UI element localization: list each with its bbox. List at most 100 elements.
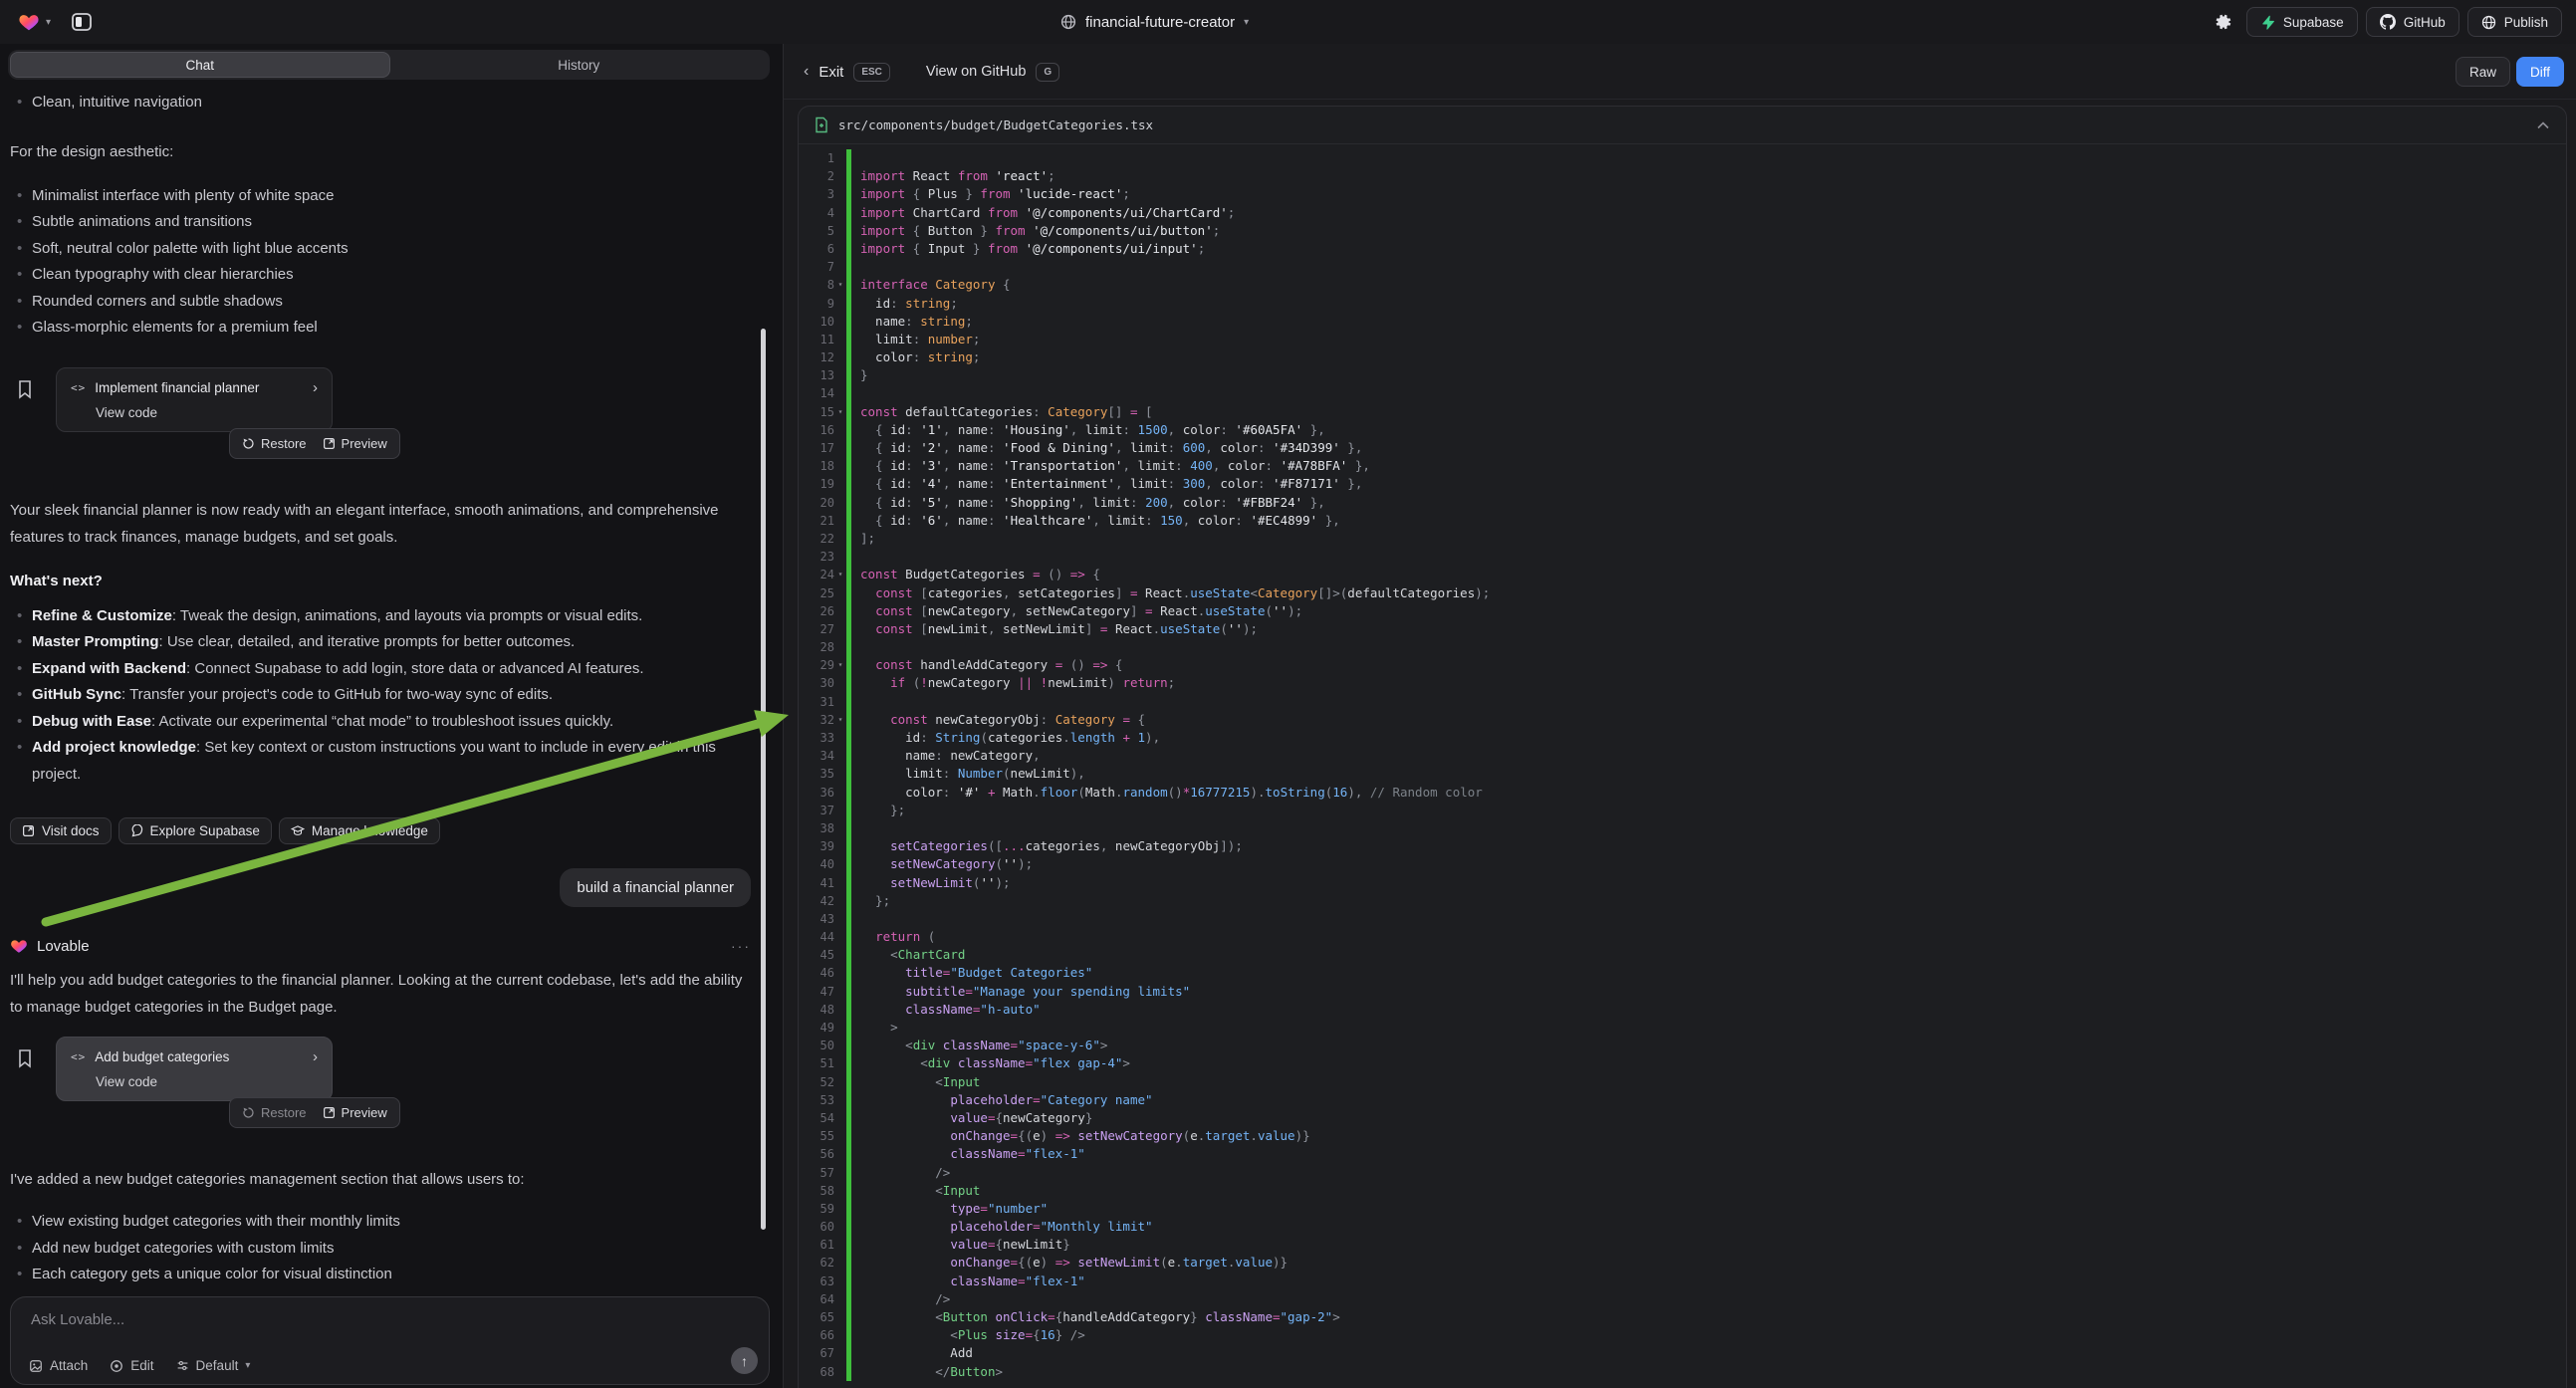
supabase-button[interactable]: Supabase xyxy=(2246,7,2358,37)
lovable-logo-icon[interactable] xyxy=(18,11,40,33)
tab-history[interactable]: History xyxy=(390,52,769,78)
restore-preview-pill: Restore Preview xyxy=(229,1097,400,1128)
bookmark-icon[interactable] xyxy=(17,379,33,399)
code-line: 42 }; xyxy=(799,892,2566,910)
chevron-down-icon: ▾ xyxy=(46,17,51,28)
version-card-title: Add budget categories xyxy=(95,1049,229,1064)
code-panel-header: ‹ Exit ESC View on GitHub G Raw Diff xyxy=(784,44,2576,100)
diff-toggle-button[interactable]: Diff xyxy=(2516,57,2564,87)
edit-mode-button[interactable]: Edit xyxy=(110,1358,153,1373)
code-line: 31 xyxy=(799,693,2566,711)
chat-input[interactable] xyxy=(31,1311,728,1328)
list-item: • GitHub Sync: Transfer your project's c… xyxy=(10,682,751,709)
bullet-dot: • xyxy=(17,90,22,116)
code-line: 32▾ const newCategoryObj: Category = { xyxy=(799,711,2566,729)
chat-bubble-icon xyxy=(130,824,143,837)
chat-scrollbar-thumb[interactable] xyxy=(761,329,766,1230)
code-line: 13} xyxy=(799,366,2566,384)
bullet-text: : Tweak the design, animations, and layo… xyxy=(172,607,642,624)
supabase-icon xyxy=(2260,15,2275,30)
code-line: 25 const [categories, setCategories] = R… xyxy=(799,584,2566,602)
workspace-menu[interactable]: ▾ xyxy=(18,0,97,44)
list-item: • Add project knowledge: Set key context… xyxy=(10,735,751,788)
graduation-cap-icon xyxy=(291,824,305,837)
version-card-implement-financial-planner[interactable]: <> Implement financial planner › View co… xyxy=(56,367,333,432)
code-line: 12 color: string; xyxy=(799,348,2566,366)
open-external-icon xyxy=(22,824,35,837)
back-chevron-icon[interactable]: ‹ xyxy=(804,63,809,81)
restore-preview-pill: Restore Preview xyxy=(229,428,400,459)
exit-button[interactable]: Exit xyxy=(819,64,843,81)
code-line: 41 setNewLimit(''); xyxy=(799,874,2566,892)
attach-image-icon xyxy=(29,1359,43,1373)
list-item: • Minimalist interface with plenty of wh… xyxy=(10,183,751,210)
user-message-bubble: build a financial planner xyxy=(560,868,751,907)
list-item: • Expand with Backend: Connect Supabase … xyxy=(10,656,751,683)
version-card-title: Implement financial planner xyxy=(95,380,259,395)
version-card-block: <> Implement financial planner › View co… xyxy=(10,367,751,467)
send-button[interactable]: ↑ xyxy=(731,1347,758,1374)
restore-icon xyxy=(242,1106,255,1119)
globe-icon xyxy=(1060,14,1076,30)
code-line: 67 Add xyxy=(799,1344,2566,1362)
explore-supabase-button[interactable]: Explore Supabase xyxy=(118,817,272,844)
toggle-sidebar-button[interactable] xyxy=(67,7,97,37)
view-code-link[interactable]: View code xyxy=(71,1074,318,1089)
preview-button[interactable]: Preview xyxy=(323,1105,387,1120)
file-card: src/components/budget/BudgetCategories.t… xyxy=(798,106,2567,1388)
file-added-icon xyxy=(815,116,828,133)
bullet-text: View existing budget categories with the… xyxy=(32,1213,400,1230)
code-icon: <> xyxy=(71,1050,86,1063)
bullet-dot: • xyxy=(17,236,22,263)
bullet-dot: • xyxy=(17,735,22,762)
code-line: 35 limit: Number(newLimit), xyxy=(799,765,2566,783)
list-item: • Each category gets a unique color for … xyxy=(10,1262,751,1288)
view-code-link[interactable]: View code xyxy=(71,405,318,420)
code-line: 27 const [newLimit, setNewLimit] = React… xyxy=(799,620,2566,638)
code-line: 62 onChange={(e) => setNewLimit(e.target… xyxy=(799,1254,2566,1272)
visit-docs-button[interactable]: Visit docs xyxy=(10,817,112,844)
tab-chat[interactable]: Chat xyxy=(10,52,390,78)
bullet-dot: • xyxy=(17,289,22,316)
bullet-text: Subtle animations and transitions xyxy=(32,213,252,230)
project-switcher[interactable]: financial-future-creator ▾ xyxy=(1060,0,1249,44)
bullet-dot: • xyxy=(17,315,22,342)
bullet-text: : Activate our experimental “chat mode” … xyxy=(151,713,613,730)
file-header[interactable]: src/components/budget/BudgetCategories.t… xyxy=(799,107,2566,144)
code-line: 56 className="flex-1" xyxy=(799,1145,2566,1163)
raw-toggle-button[interactable]: Raw xyxy=(2456,57,2510,87)
code-line: 33 id: String(categories.length + 1), xyxy=(799,729,2566,747)
restore-button[interactable]: Restore xyxy=(242,1105,307,1120)
code-line: 39 setCategories([...categories, newCate… xyxy=(799,837,2566,855)
bullet-dot: • xyxy=(17,629,22,656)
settings-button[interactable] xyxy=(2209,13,2238,31)
code-line: 28 xyxy=(799,638,2566,656)
list-item: • Clean typography with clear hierarchie… xyxy=(10,262,751,289)
message-overflow-menu[interactable]: ··· xyxy=(731,938,751,954)
bookmark-icon[interactable] xyxy=(17,1048,33,1068)
assistant-paragraph: I've added a new budget categories manag… xyxy=(10,1166,751,1193)
preview-button[interactable]: Preview xyxy=(323,436,387,451)
github-icon xyxy=(2380,14,2396,30)
view-on-github-link[interactable]: View on GitHub xyxy=(926,64,1026,80)
attach-button[interactable]: Attach xyxy=(29,1358,88,1373)
version-card-add-budget-categories[interactable]: <> Add budget categories › View code Res… xyxy=(56,1037,333,1101)
chat-panel: Chat History • Clean, intuitive navigati… xyxy=(0,44,783,1388)
bullet-dot: • xyxy=(17,1209,22,1236)
github-button[interactable]: GitHub xyxy=(2366,7,2459,37)
list-item: • View existing budget categories with t… xyxy=(10,1209,751,1236)
composer: Attach Edit Default xyxy=(10,1296,770,1385)
bullet-text: : Connect Supabase to add login, store d… xyxy=(186,660,643,677)
list-item: • Soft, neutral color palette with light… xyxy=(10,236,751,263)
bullet-lead: Add project knowledge xyxy=(32,739,196,756)
collapse-chevron-icon[interactable] xyxy=(2536,120,2550,130)
quick-actions-row: Visit docs Explore Supabase Manage knowl… xyxy=(10,817,751,844)
mode-selector[interactable]: Default ▾ xyxy=(176,1358,251,1373)
target-icon xyxy=(110,1359,123,1373)
restore-button[interactable]: Restore xyxy=(242,436,307,451)
bullet-text: Rounded corners and subtle shadows xyxy=(32,293,283,310)
manage-knowledge-button[interactable]: Manage knowledge xyxy=(279,817,440,844)
publish-button[interactable]: Publish xyxy=(2467,7,2562,37)
publish-label: Publish xyxy=(2504,15,2548,30)
code-line: 8▾interface Category { xyxy=(799,276,2566,294)
